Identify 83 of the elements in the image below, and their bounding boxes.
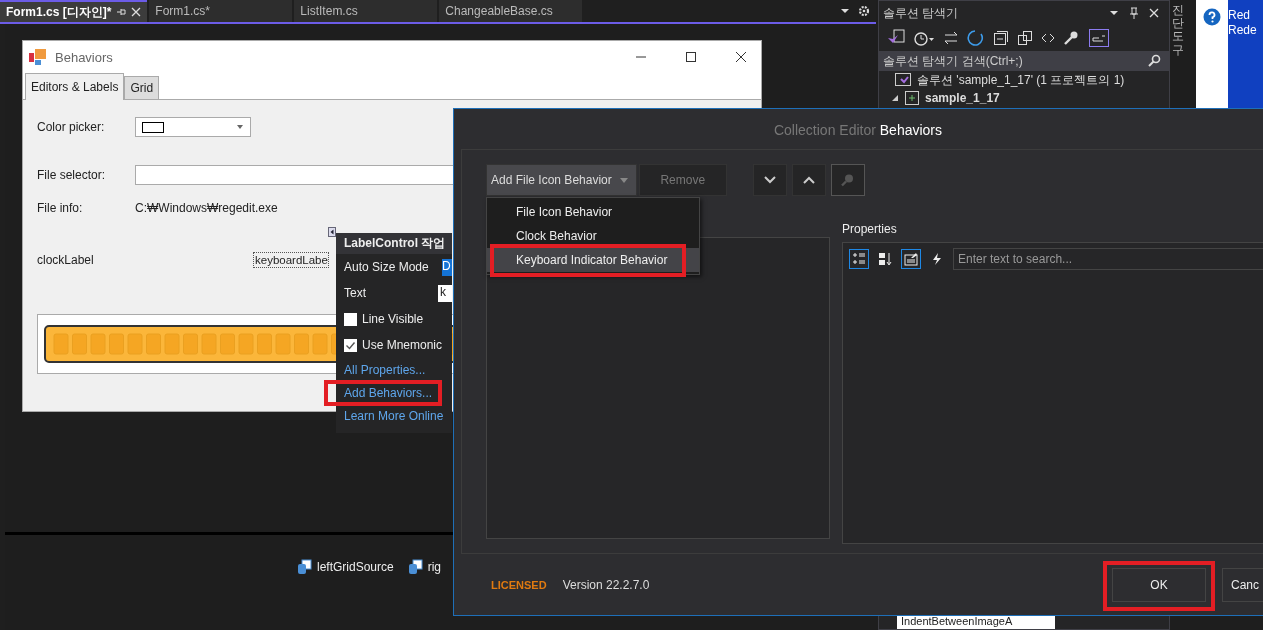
property-label: Text bbox=[344, 286, 366, 300]
cancel-button[interactable]: Canc bbox=[1222, 567, 1263, 602]
maximize-icon[interactable] bbox=[685, 51, 697, 63]
dialog-title: Collection Editor Behaviors bbox=[772, 121, 944, 140]
version-label: Version 22.2.7.0 bbox=[562, 577, 650, 592]
collapse-icon[interactable] bbox=[993, 30, 1009, 46]
pin-icon[interactable] bbox=[1129, 7, 1139, 19]
app-logo-icon bbox=[29, 48, 47, 66]
caret-icon bbox=[619, 177, 628, 183]
data-source-icon[interactable] bbox=[297, 559, 313, 575]
checkbox[interactable] bbox=[344, 312, 357, 326]
form-tab[interactable]: Editors & Labels bbox=[25, 73, 125, 100]
field-label: File info: bbox=[37, 201, 84, 215]
windows-icon[interactable] bbox=[1017, 30, 1033, 46]
section-label: Properties bbox=[842, 222, 898, 236]
action-link[interactable]: All Properties... bbox=[344, 362, 426, 377]
move-down-button[interactable] bbox=[752, 164, 787, 196]
dropdown-icon[interactable] bbox=[840, 6, 850, 16]
property-label: Auto Size Mode bbox=[344, 260, 429, 274]
action-link[interactable]: Learn More Online bbox=[344, 408, 444, 423]
dropdown-field[interactable]: D bbox=[442, 258, 452, 276]
data-source-icon[interactable] bbox=[407, 559, 424, 575]
keyboard-label[interactable]: keyboardLabe bbox=[253, 252, 329, 268]
sync-icon[interactable] bbox=[943, 30, 959, 46]
smart-tag-arrow-icon[interactable] bbox=[328, 227, 336, 237]
menu-item[interactable]: Clock Behavior bbox=[487, 224, 699, 248]
sort-icon bbox=[878, 252, 892, 266]
tree-item[interactable]: sample_1_17 bbox=[925, 91, 1000, 105]
help-icon[interactable] bbox=[1203, 8, 1221, 26]
add-dropdown-button[interactable]: Add File Icon Behavior bbox=[486, 164, 637, 196]
categorized-icon bbox=[852, 252, 866, 266]
icon-caption[interactable]: Rede bbox=[1228, 23, 1263, 37]
form-tab[interactable]: Grid bbox=[124, 76, 160, 99]
checkbox-label[interactable]: Use Mnemonic bbox=[362, 338, 443, 352]
field-label: Color picker: bbox=[37, 120, 106, 134]
editor-tab[interactable]: Form1.cs [디자인]* bbox=[0, 0, 148, 22]
chevron-up-icon bbox=[802, 176, 815, 184]
search-field[interactable]: Enter text to search... bbox=[953, 248, 1263, 270]
clock-label: clockLabel bbox=[37, 253, 95, 267]
side-tab[interactable]: 진단 도구 bbox=[1172, 4, 1184, 57]
editor-tab[interactable]: Form1.cs* bbox=[149, 0, 293, 22]
tree-item[interactable]: 솔루션 'sample_1_17' (1 프로젝트의 1) bbox=[917, 71, 1125, 89]
move-up-button[interactable] bbox=[791, 164, 826, 196]
action-link[interactable]: Add Behaviors... bbox=[324, 379, 443, 406]
color-swatch-icon bbox=[142, 121, 164, 133]
search-icon bbox=[840, 173, 855, 187]
editor-tab[interactable]: ChangeableBase.cs bbox=[439, 0, 583, 22]
toolbar-toggle[interactable] bbox=[849, 249, 869, 269]
solution-icon bbox=[895, 73, 911, 87]
code-icon[interactable] bbox=[1041, 31, 1055, 45]
file-path-value: C:₩Windows₩regedit.exe bbox=[135, 201, 278, 215]
window-title: Behaviors bbox=[55, 49, 113, 65]
component-label[interactable]: rig bbox=[427, 560, 442, 574]
search-field[interactable]: 솔루션 탐색기 검색(Ctrl+;) bbox=[879, 51, 1169, 71]
search-icon bbox=[1147, 54, 1163, 68]
color-picker[interactable] bbox=[135, 117, 251, 137]
icon-caption[interactable]: Red bbox=[1228, 8, 1263, 22]
field-label: File selector: bbox=[37, 168, 107, 182]
component-label[interactable]: leftGridSource bbox=[317, 560, 394, 574]
close-icon[interactable] bbox=[735, 51, 747, 63]
settings-icon[interactable] bbox=[858, 5, 870, 17]
lightning-icon bbox=[930, 252, 944, 266]
menu-item[interactable]: File Icon Behavior bbox=[487, 200, 699, 224]
ok-button[interactable]: OK bbox=[1112, 567, 1206, 602]
wrench-icon[interactable] bbox=[1063, 30, 1079, 46]
property-page-icon bbox=[904, 252, 918, 266]
editor-tab[interactable]: ListItem.cs bbox=[294, 0, 438, 22]
csharp-project-icon bbox=[905, 91, 919, 105]
dropdown-icon[interactable] bbox=[1109, 8, 1119, 18]
text-field[interactable]: k bbox=[438, 284, 452, 302]
menu-item[interactable]: Keyboard Indicator Behavior bbox=[487, 248, 699, 272]
dropdown-icon bbox=[236, 124, 244, 130]
license-label: LICENSED bbox=[491, 578, 547, 591]
checkbox-label[interactable]: Line Visible bbox=[362, 312, 424, 326]
toolbar-toggle[interactable] bbox=[901, 249, 921, 269]
panel-title: 솔루션 탐색기 bbox=[883, 4, 959, 22]
panel-title: LabelControl 작업 bbox=[336, 233, 452, 254]
expand-arrow-icon[interactable] bbox=[891, 94, 899, 102]
pin-icon[interactable] bbox=[116, 7, 127, 17]
refresh-icon[interactable] bbox=[967, 29, 985, 47]
history-icon[interactable] bbox=[913, 29, 935, 47]
checkbox[interactable] bbox=[344, 338, 357, 352]
chevron-down-icon bbox=[763, 176, 776, 184]
